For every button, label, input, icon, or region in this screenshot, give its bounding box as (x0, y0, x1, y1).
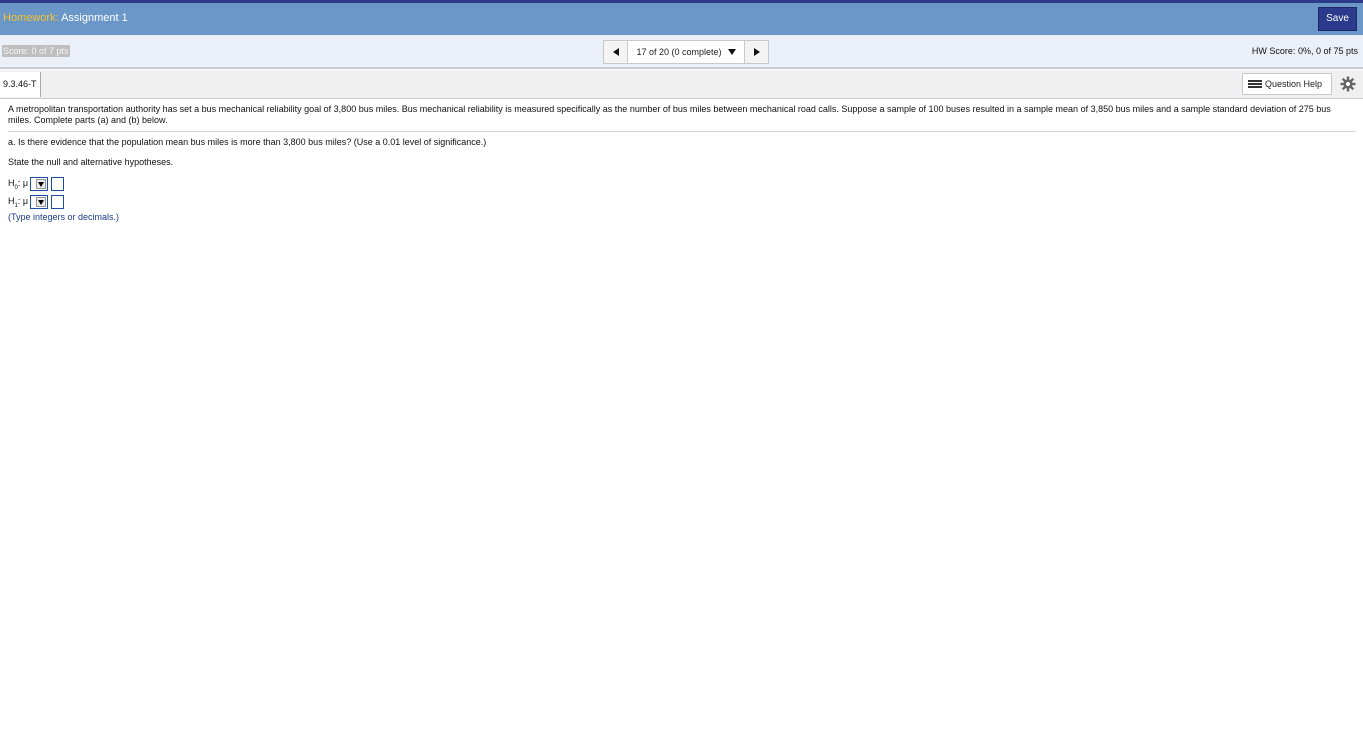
list-icon (1248, 80, 1262, 88)
left-triangle-icon (612, 48, 619, 56)
question-pager: 17 of 20 (0 complete) (603, 40, 769, 64)
null-hypothesis-label: H0: μ (8, 178, 28, 191)
page-title: Homework: Assignment 1 (3, 12, 128, 24)
alternative-hypothesis-value-input[interactable] (51, 195, 65, 209)
question-toolbar: 9.3.46-T Question Help (0, 70, 1363, 99)
answer-format-note: (Type integers or decimals.) (8, 212, 120, 222)
alternative-hypothesis-label: H1: μ (8, 196, 28, 209)
null-hypothesis-row: H0: μ (8, 177, 65, 191)
dropdown-arrow-icon (36, 179, 47, 189)
title-prefix: Homework: (3, 12, 59, 24)
pager-text: 17 of 20 (0 complete) (636, 47, 722, 57)
null-hypothesis-value-input[interactable] (51, 177, 65, 191)
question-score: Score: 0 of 7 pts (2, 45, 70, 57)
h0-mu: : μ (17, 177, 29, 188)
dropdown-arrow-icon (36, 197, 47, 207)
question-help-label: Question Help (1265, 79, 1323, 89)
h1-mu: : μ (17, 195, 29, 206)
null-hypothesis-operator-select[interactable] (30, 177, 49, 191)
alternative-hypothesis-row: H1: μ (8, 195, 65, 209)
previous-question-button[interactable] (604, 41, 628, 63)
hw-score: HW Score: 0%, 0 of 75 pts (1252, 46, 1358, 56)
hw-score-value: 0%, 0 of 75 pts (1297, 46, 1358, 56)
divider (8, 131, 1356, 132)
chevron-down-icon (727, 49, 736, 55)
question-help-button[interactable]: Question Help (1242, 73, 1332, 95)
question-id: 9.3.46-T (0, 72, 41, 97)
right-triangle-icon (753, 48, 760, 56)
assignment-title: Assignment 1 (61, 12, 128, 24)
hypotheses-instruction: State the null and alternative hypothese… (8, 157, 174, 167)
question-select-dropdown[interactable]: 17 of 20 (0 complete) (628, 41, 744, 63)
alternative-hypothesis-operator-select[interactable] (30, 195, 49, 209)
question-content: A metropolitan transportation authority … (8, 104, 1356, 126)
score-bar: Score: 0 of 7 pts 17 of 20 (0 complete) … (0, 35, 1363, 69)
save-button[interactable]: Save (1318, 7, 1357, 31)
problem-statement: A metropolitan transportation authority … (8, 104, 1331, 125)
hw-score-label: HW Score: (1251, 46, 1296, 56)
part-a-question: a. Is there evidence that the population… (8, 137, 487, 147)
app-header: Homework: Assignment 1 Save (0, 0, 1363, 35)
next-question-button[interactable] (744, 41, 768, 63)
gear-icon[interactable] (1340, 76, 1356, 92)
